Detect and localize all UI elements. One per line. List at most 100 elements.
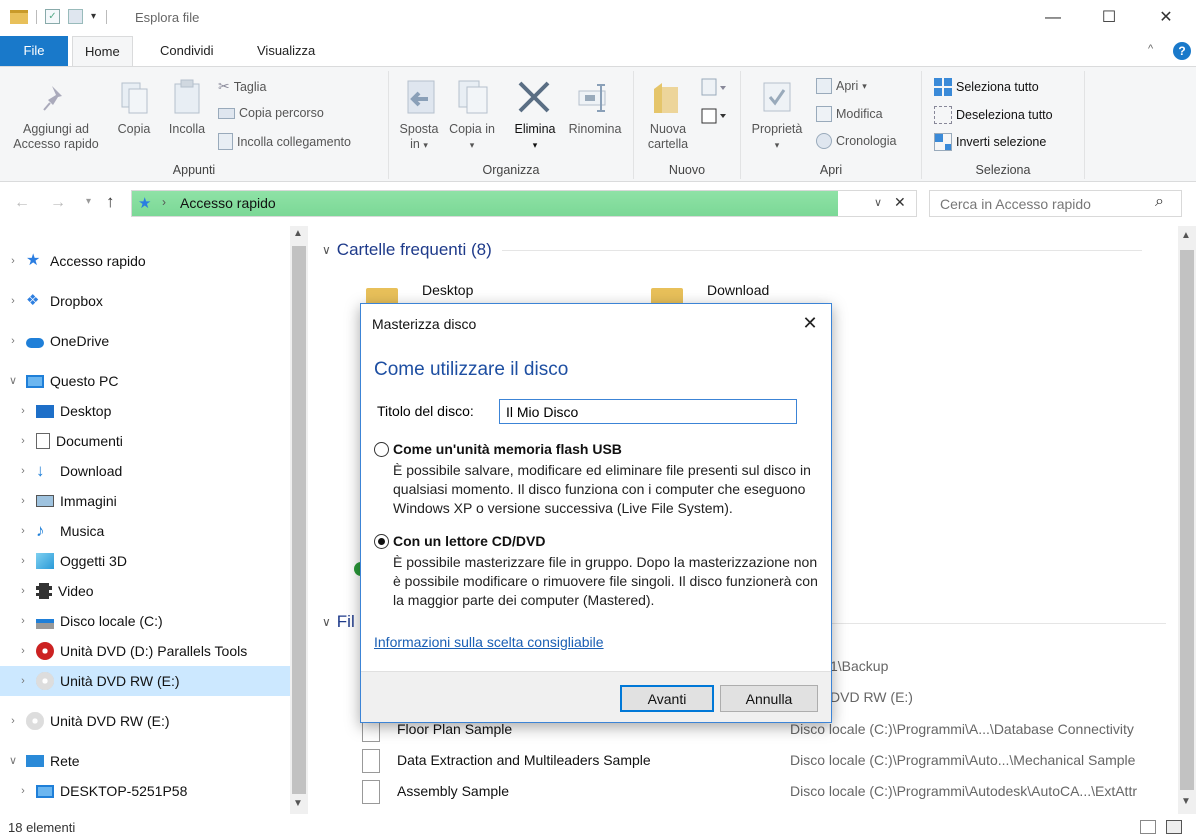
chevron-right-icon[interactable]: › [16,546,30,576]
info-link[interactable]: Informazioni sulla scelta consigliabile [374,634,604,650]
tab-home[interactable]: Home [72,36,133,67]
scroll-up-icon[interactable]: ▲ [1181,230,1191,241]
minimize-button[interactable]: — [1030,4,1076,32]
option-usb-radio[interactable]: Come un'unità memoria flash USB [374,441,622,457]
chevron-right-icon[interactable]: › [6,286,20,316]
option-cd-radio[interactable]: Con un lettore CD/DVD [374,533,545,549]
nav-item-this-pc[interactable]: ∨ Questo PC [6,366,119,396]
delete-button[interactable]: Elimina ▾ [508,122,562,153]
rename-button[interactable]: Rinomina [562,122,628,137]
large-icons-view-icon[interactable] [1166,820,1182,834]
nav-item-onedrive[interactable]: › OneDrive [6,326,109,356]
chevron-right-icon[interactable]: › [16,606,30,636]
scroll-down-icon[interactable]: ▼ [1181,796,1191,807]
nav-item-quick-access[interactable]: › ★ Accesso rapido [6,246,146,276]
folder-name[interactable]: Download [707,282,769,298]
chevron-right-icon[interactable]: › [6,706,20,736]
nav-item-local-disk[interactable]: › Disco locale (C:) [16,606,163,636]
scroll-down-icon[interactable]: ▼ [293,798,303,809]
file-name[interactable]: Floor Plan Sample [397,721,512,737]
chevron-right-icon[interactable]: › [16,486,30,516]
nav-item-documents[interactable]: › Documenti [16,426,123,456]
folder-name[interactable]: Desktop [422,282,473,298]
tab-share[interactable]: Condividi [148,36,225,66]
chevron-right-icon[interactable]: › [6,326,20,356]
chevron-right-icon[interactable]: › [16,576,30,606]
content-scrollbar-thumb[interactable] [1180,250,1194,790]
radio-unselected[interactable] [374,441,389,457]
nav-item-dvd-rw-e[interactable]: › Unità DVD RW (E:) [0,666,290,696]
collapse-ribbon-icon[interactable]: ^ [1148,43,1153,55]
cut-button[interactable]: ✂ Taglia [218,78,266,95]
chevron-down-icon[interactable]: ∨ [6,746,20,776]
forward-arrow-icon[interactable]: → [50,194,66,212]
select-all-button[interactable]: Seleziona tutto [934,78,1039,96]
tab-view[interactable]: Visualizza [245,36,327,66]
chevron-right-icon[interactable]: › [16,516,30,546]
address-bar[interactable]: ★ › Accesso rapido ∨ ✕ [131,190,917,217]
easy-access-icon[interactable] [698,105,728,130]
breadcrumb-location[interactable]: Accesso rapido [180,195,276,211]
recent-files-header[interactable]: ∨ Fil [322,612,355,632]
chevron-right-icon[interactable]: › [16,426,30,456]
properties-button[interactable]: Proprietà ▾ [744,122,810,153]
new-folder-button[interactable]: Nuova cartella [640,122,696,152]
disc-title-input[interactable] [499,399,797,424]
search-input[interactable]: Cerca in Accesso rapido ⌕ [929,190,1182,217]
next-button[interactable]: Avanti [620,685,714,712]
new-folder-icon[interactable] [68,9,83,24]
recent-locations-chevron-icon[interactable]: ▾ [86,196,91,207]
chevron-right-icon[interactable]: › [16,456,30,486]
address-dropdown-icon[interactable]: ∨ [874,196,882,209]
nav-item-3d-objects[interactable]: › Oggetti 3D [16,546,127,576]
new-item-icon[interactable] [698,77,728,102]
paste-link-button[interactable]: Incolla collegamento [218,133,351,150]
nav-item-network[interactable]: ∨ Rete [6,746,80,776]
copy-button[interactable]: Copia [112,122,156,137]
copy-path-button[interactable]: Copia percorso [218,106,324,120]
nav-item-video[interactable]: › Video [16,576,94,606]
close-button[interactable]: ✕ [1143,4,1189,32]
frequent-folders-header[interactable]: ∨ Cartelle frequenti (8) [322,240,1142,260]
copy-to-button[interactable]: Copia in ▾ [448,122,496,153]
history-button[interactable]: Cronologia [816,133,896,149]
chevron-right-icon[interactable]: › [16,666,30,696]
open-button[interactable]: Apri ▾ [816,78,867,94]
file-name[interactable]: Data Extraction and Multileaders Sample [397,752,651,768]
chevron-right-icon[interactable]: › [6,246,20,276]
chevron-right-icon[interactable]: › [16,776,30,806]
nav-item-music[interactable]: › ♪ Musica [16,516,104,546]
nav-item-dvd-d[interactable]: › Unità DVD (D:) Parallels Tools [16,636,247,666]
nav-item-desktop[interactable]: › Desktop [16,396,111,426]
chevron-down-icon[interactable]: ▾ [91,11,96,22]
tab-file[interactable]: File [0,36,68,66]
deselect-all-button[interactable]: Deseleziona tutto [934,106,1053,124]
nav-item-dropbox[interactable]: › ❖ Dropbox [6,286,103,316]
radio-selected[interactable] [374,533,389,549]
clear-address-icon[interactable]: ✕ [894,194,906,211]
up-arrow-icon[interactable]: ↑ [106,192,115,212]
nav-item-pictures[interactable]: › Immagini [16,486,117,516]
pin-quick-access-button[interactable]: Aggiungi ad Accesso rapido [6,122,106,152]
details-view-icon[interactable] [1140,820,1156,834]
chevron-right-icon[interactable]: › [16,636,30,666]
invert-selection-button[interactable]: Inverti selezione [934,133,1046,151]
nav-item-dvd-rw-e-root[interactable]: › Unità DVD RW (E:) [6,706,170,736]
paste-button[interactable]: Incolla [162,122,212,137]
help-icon[interactable]: ? [1173,42,1191,60]
cancel-button[interactable]: Annulla [720,685,818,712]
nav-scrollbar-thumb[interactable] [292,246,306,794]
chevron-down-icon[interactable]: ∨ [6,366,20,396]
back-arrow-icon[interactable]: ← [14,194,30,212]
move-to-button[interactable]: Sposta in ▾ [393,122,445,153]
nav-item-desktop-pc[interactable]: › DESKTOP-5251P58 [16,776,187,806]
dialog-close-button[interactable]: ✕ [797,310,823,336]
chevron-right-icon[interactable]: › [16,396,30,426]
file-name[interactable]: Assembly Sample [397,783,509,799]
scroll-up-icon[interactable]: ▲ [293,228,303,239]
folder-icon[interactable] [10,9,28,24]
maximize-button[interactable]: ☐ [1086,4,1132,32]
edit-button[interactable]: Modifica [816,106,883,122]
properties-icon[interactable]: ✓ [45,9,60,24]
nav-item-download[interactable]: › ↓ Download [16,456,122,486]
